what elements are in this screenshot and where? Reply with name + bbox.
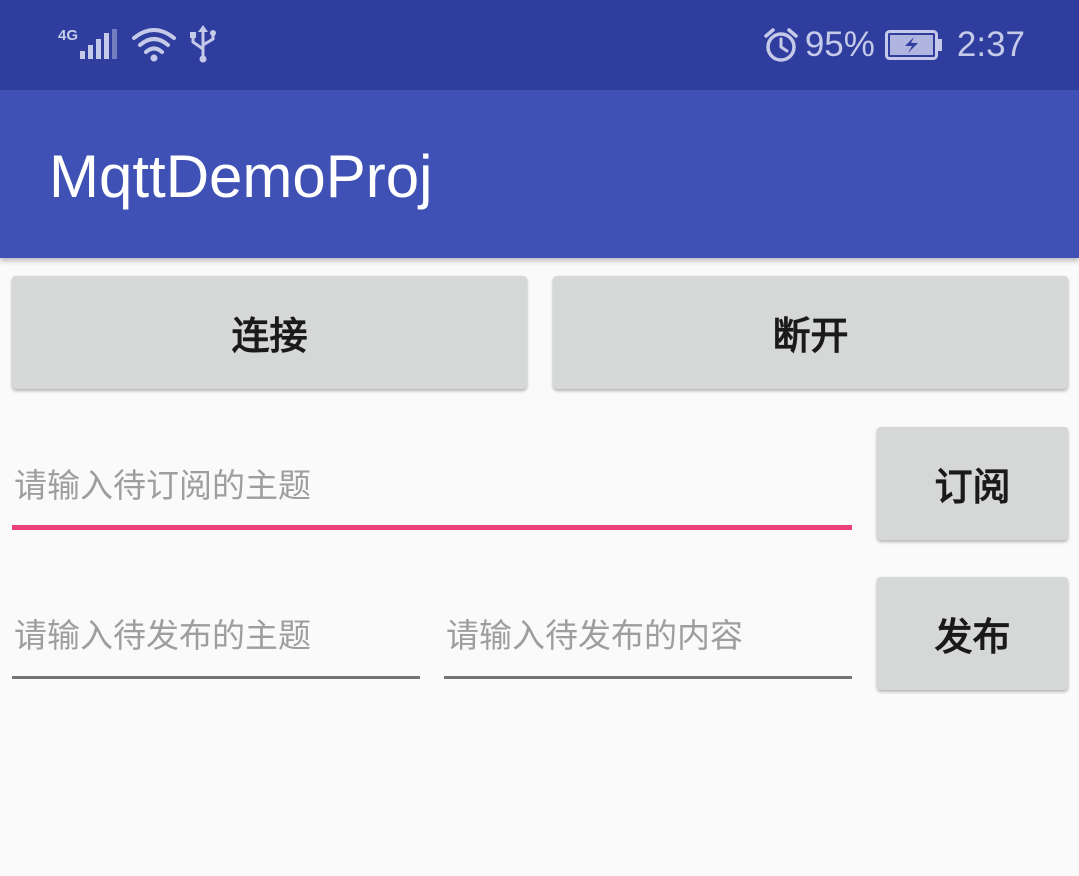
- publish-button[interactable]: 发布: [877, 577, 1068, 690]
- usb-icon: [188, 25, 218, 63]
- status-bar: 4G 95% 2:37: [0, 0, 1079, 90]
- publish-content-underline: [444, 676, 852, 679]
- signal-icon: [80, 29, 120, 59]
- connect-button[interactable]: 连接: [12, 276, 527, 389]
- battery-percent: 95%: [804, 25, 875, 64]
- subscribe-topic-underline: [12, 525, 852, 530]
- publish-topic-underline: [12, 676, 420, 679]
- subscribe-button[interactable]: 订阅: [877, 427, 1068, 540]
- publish-content-input[interactable]: [444, 605, 852, 665]
- publish-topic-input[interactable]: [12, 605, 420, 665]
- app-bar: MqttDemoProj: [0, 90, 1079, 258]
- publish-topic-field[interactable]: [12, 605, 420, 679]
- publish-content-field[interactable]: [444, 605, 852, 679]
- wifi-icon: [132, 26, 177, 62]
- status-right-group: 95% 2:37: [763, 22, 1025, 68]
- disconnect-button[interactable]: 断开: [553, 276, 1068, 389]
- alarm-icon: [763, 27, 799, 63]
- status-left-group: 4G: [58, 24, 218, 64]
- subscribe-topic-input[interactable]: [12, 455, 852, 515]
- app-title: MqttDemoProj: [49, 143, 433, 210]
- clock: 2:37: [956, 25, 1025, 64]
- subscribe-topic-field[interactable]: [12, 455, 852, 530]
- battery-charging-icon: [884, 30, 943, 60]
- network-type-label: 4G: [58, 26, 79, 44]
